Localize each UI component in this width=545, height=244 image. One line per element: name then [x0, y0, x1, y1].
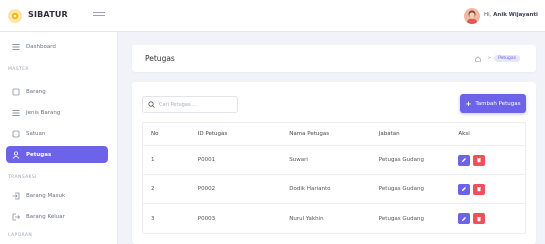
cell-no: 2 — [151, 186, 155, 192]
delete-button[interactable] — [473, 213, 486, 224]
sidebar-item-label: Petugas — [26, 151, 52, 158]
logo-icon — [8, 9, 22, 23]
user-icon — [12, 150, 20, 159]
sidebar-item-label: Jenis Barang — [26, 109, 61, 116]
plus-icon: + — [465, 99, 472, 108]
sidebar-item-petugas[interactable]: Petugas — [6, 146, 108, 163]
page-title: Petugas — [145, 54, 175, 63]
header-no: No — [151, 131, 159, 137]
cell-no: 3 — [151, 215, 155, 222]
add-petugas-button[interactable]: + Tambah Petugas — [460, 94, 526, 113]
list-icon — [12, 109, 20, 117]
table-row: 3 P0003 Nurul Yakhin Petugas Gudang — [143, 204, 525, 233]
table-row: 2 P0002 Dodik Harianto Petugas Gudang — [143, 175, 525, 204]
cell-aksi — [450, 213, 525, 224]
header-aksi: Aksi — [458, 131, 470, 137]
logout-icon — [12, 213, 20, 221]
breadcrumb-current: Petugas — [494, 55, 520, 62]
petugas-card: + Tambah Petugas No ID Petugas Nama Petu… — [132, 82, 536, 244]
sidebar: Dashboard MASTER Barang Jenis Barang Sat… — [0, 32, 118, 244]
add-button-label: Tambah Petugas — [475, 100, 521, 107]
app-brand: SIBATUR — [28, 10, 68, 19]
sidebar-item-label: Barang Masuk — [26, 192, 66, 199]
table-row: 1 P0001 Suwari Petugas Gudang — [143, 146, 525, 175]
page-header: Petugas > Petugas — [132, 45, 536, 72]
cell-jabatan: Petugas Gudang — [378, 186, 425, 192]
table-header: No ID Petugas Nama Petugas Jabatan Aksi — [143, 123, 525, 146]
edit-button[interactable] — [458, 183, 471, 195]
breadcrumb-separator: > — [487, 56, 492, 61]
sidebar-item-label: Satuan — [26, 130, 46, 137]
box-icon — [12, 130, 20, 138]
breadcrumb: > Petugas — [475, 55, 520, 62]
delete-icon — [477, 187, 482, 192]
sidebar-item-satuan[interactable]: Satuan — [6, 125, 108, 142]
user-name: Anik Wijayanti — [493, 12, 538, 18]
cell-nama: Nurul Yakhin — [289, 215, 324, 222]
greeting-text: Hi, — [484, 12, 492, 18]
search-input[interactable] — [159, 101, 234, 108]
grid-icon — [12, 43, 20, 51]
edit-button[interactable] — [458, 154, 471, 166]
avatar[interactable] — [464, 8, 480, 24]
cell-jabatan: Petugas Gudang — [378, 157, 425, 163]
cell-nama: Dodik Harianto — [289, 186, 331, 192]
sidebar-item-jenis-barang[interactable]: Jenis Barang — [6, 104, 108, 121]
sidebar-item-barang[interactable]: Barang — [6, 83, 108, 100]
delete-icon — [477, 158, 482, 163]
cell-id: P0003 — [197, 215, 216, 222]
header-nama: Nama Petugas — [289, 131, 330, 137]
cell-jabatan: Petugas Gudang — [378, 215, 425, 222]
home-icon[interactable] — [475, 55, 482, 62]
sidebar-heading-transaksi: TRANSAKSI — [8, 175, 37, 180]
edit-icon — [462, 187, 467, 191]
sidebar-item-barang-keluar[interactable]: Barang Keluar — [6, 208, 108, 225]
user-greeting[interactable]: Hi, Anik Wijayanti — [484, 12, 538, 18]
cell-aksi — [450, 154, 525, 166]
edit-icon — [462, 216, 467, 221]
main-content: Petugas > Petugas + Tambah Petugas No ID… — [118, 32, 545, 244]
sidebar-item-dashboard[interactable]: Dashboard — [6, 38, 108, 55]
top-bar: SIBATUR Hi, Anik Wijayanti — [0, 0, 545, 32]
delete-button[interactable] — [473, 154, 486, 166]
sidebar-item-label: Barang Keluar — [26, 213, 65, 220]
delete-icon — [477, 216, 482, 221]
menu-icon[interactable] — [93, 10, 105, 20]
login-icon — [12, 192, 20, 200]
search-icon — [148, 101, 155, 108]
edit-button[interactable] — [458, 213, 471, 224]
search-box[interactable] — [142, 96, 238, 113]
box-icon — [12, 88, 20, 96]
sidebar-heading-laporan: LAPORAN — [8, 233, 33, 238]
petugas-table: No ID Petugas Nama Petugas Jabatan Aksi … — [142, 122, 526, 234]
cell-id: P0001 — [197, 157, 216, 163]
header-id: ID Petugas — [197, 131, 228, 137]
delete-button[interactable] — [473, 183, 486, 195]
cell-aksi — [450, 183, 525, 195]
cell-no: 1 — [151, 157, 155, 163]
cell-nama: Suwari — [289, 157, 308, 163]
sidebar-item-label: Barang — [26, 88, 46, 95]
header-jabatan: Jabatan — [378, 131, 400, 137]
cell-id: P0002 — [197, 186, 216, 192]
sidebar-item-barang-masuk[interactable]: Barang Masuk — [6, 187, 108, 204]
sidebar-heading-master: MASTER — [8, 67, 29, 72]
edit-icon — [462, 158, 467, 162]
sidebar-item-label: Dashboard — [26, 43, 56, 50]
